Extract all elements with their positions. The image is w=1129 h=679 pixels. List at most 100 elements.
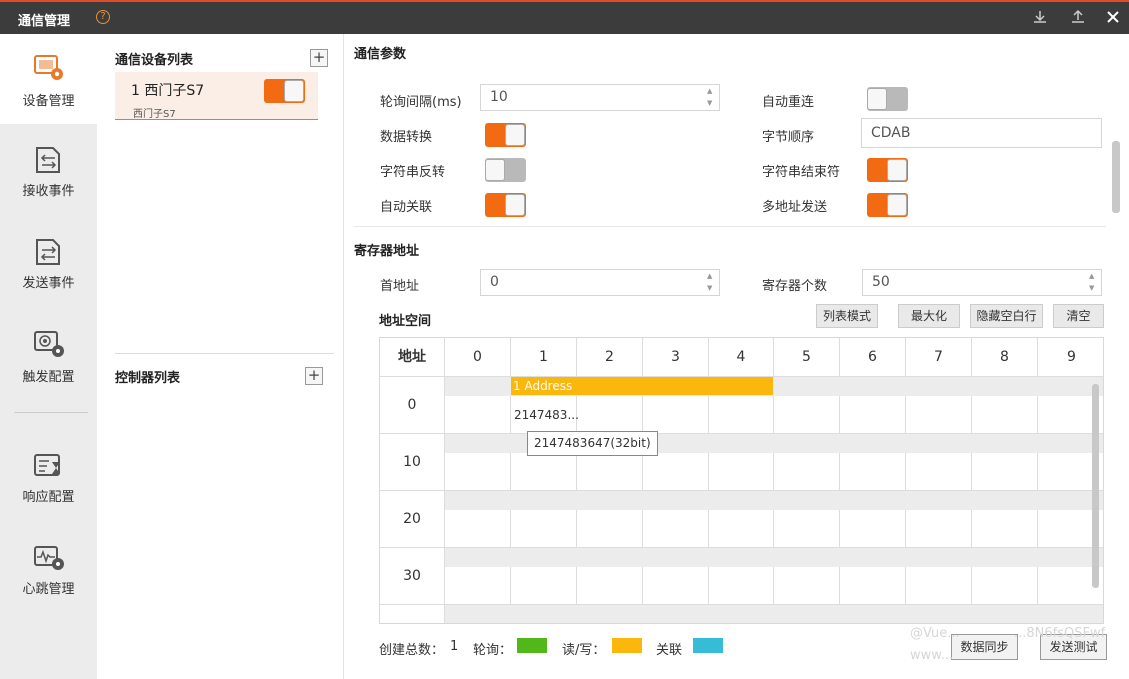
controller-list-title: 控制器列表 bbox=[115, 371, 181, 386]
grid-cell[interactable] bbox=[774, 567, 840, 605]
spin-up-icon[interactable]: ▲ bbox=[707, 87, 715, 95]
multi-addr-label: 多地址发送 bbox=[762, 200, 828, 215]
grid-cell[interactable] bbox=[906, 567, 972, 605]
grid-cell[interactable] bbox=[445, 567, 511, 605]
grid-cell[interactable] bbox=[774, 510, 840, 548]
grid-header-col: 2 bbox=[577, 338, 643, 377]
grid-header-col: 5 bbox=[774, 338, 840, 377]
list-item-device[interactable]: 1 西门子S7 西门子S7 bbox=[115, 72, 318, 120]
hide-empty-rows-button[interactable]: 隐藏空白行 bbox=[970, 304, 1043, 328]
grid-cell[interactable] bbox=[972, 396, 1038, 434]
spin-down-icon[interactable]: ▼ bbox=[707, 284, 715, 292]
start-address-label: 首地址 bbox=[380, 279, 420, 294]
spin-up-icon[interactable]: ▲ bbox=[1089, 272, 1097, 280]
string-terminator-toggle[interactable] bbox=[867, 158, 908, 182]
byte-order-value: CDAB bbox=[871, 125, 911, 141]
add-controller-button[interactable]: + bbox=[305, 367, 323, 385]
sidebar-item-heartbeat[interactable]: 心跳管理 bbox=[0, 528, 97, 618]
grid-cell[interactable] bbox=[709, 396, 774, 434]
close-icon[interactable] bbox=[1104, 9, 1122, 27]
grid-cell[interactable] bbox=[643, 396, 709, 434]
grid-row-label: 0 bbox=[380, 377, 445, 434]
grid-cell[interactable] bbox=[445, 510, 511, 548]
grid-cell[interactable] bbox=[709, 510, 774, 548]
grid-cell[interactable] bbox=[643, 453, 709, 491]
legend-rw-swatch bbox=[612, 638, 642, 653]
grid-cell[interactable] bbox=[774, 453, 840, 491]
register-count-value: 50 bbox=[872, 274, 890, 290]
section-divider bbox=[354, 226, 1106, 227]
register-bar[interactable]: 1 Address bbox=[511, 377, 773, 395]
grid-cell[interactable] bbox=[577, 396, 643, 434]
data-convert-toggle[interactable] bbox=[485, 123, 526, 147]
grid-scrollbar[interactable] bbox=[1092, 384, 1099, 588]
watermark-text: ...8N6fsQSFwf bbox=[1014, 626, 1106, 641]
grid-cell[interactable] bbox=[445, 396, 511, 434]
byte-order-select[interactable]: CDAB bbox=[861, 118, 1102, 148]
grid-cell[interactable] bbox=[577, 567, 643, 605]
grid-cell[interactable] bbox=[906, 510, 972, 548]
main-scrollbar[interactable] bbox=[1112, 141, 1120, 213]
grid-cell[interactable] bbox=[709, 567, 774, 605]
grid-cell[interactable] bbox=[972, 453, 1038, 491]
legend-poll-swatch bbox=[517, 638, 547, 653]
sidebar-divider bbox=[14, 412, 88, 413]
trigger-settings-icon bbox=[33, 330, 65, 358]
grid-cell[interactable] bbox=[577, 510, 643, 548]
sidebar-item-label: 设备管理 bbox=[22, 94, 75, 109]
grid-cell[interactable] bbox=[643, 567, 709, 605]
device-enable-toggle[interactable] bbox=[264, 79, 305, 103]
string-reverse-toggle[interactable] bbox=[485, 158, 526, 182]
grid-cell[interactable] bbox=[840, 396, 906, 434]
export-icon[interactable] bbox=[1069, 9, 1087, 27]
spin-down-icon[interactable]: ▼ bbox=[707, 99, 715, 107]
question-circle-icon[interactable]: ? bbox=[96, 10, 110, 24]
clear-button[interactable]: 清空 bbox=[1053, 304, 1104, 328]
maximize-button[interactable]: 最大化 bbox=[898, 304, 960, 328]
add-device-button[interactable]: + bbox=[310, 49, 328, 67]
sidebar: 设备管理 接收事件 发送事件 触发配置 响应配置 心跳管理 bbox=[0, 34, 97, 679]
grid-header-col: 3 bbox=[643, 338, 709, 377]
sidebar-item-send-event[interactable]: 发送事件 bbox=[0, 216, 97, 306]
grid-cell[interactable] bbox=[709, 453, 774, 491]
grid-cell[interactable] bbox=[972, 567, 1038, 605]
grid-cell[interactable] bbox=[445, 453, 511, 491]
grid-cell[interactable] bbox=[906, 396, 972, 434]
grid-cell[interactable] bbox=[643, 510, 709, 548]
device-type: 西门子S7 bbox=[133, 109, 176, 120]
grid-cell[interactable] bbox=[511, 510, 577, 548]
grid-row-label bbox=[380, 605, 445, 623]
grid-cell[interactable] bbox=[840, 510, 906, 548]
grid-header-col: 0 bbox=[445, 338, 511, 377]
import-icon[interactable] bbox=[1031, 9, 1049, 27]
grid-cell[interactable] bbox=[840, 567, 906, 605]
byte-order-label: 字节顺序 bbox=[762, 130, 815, 145]
grid-cell[interactable] bbox=[774, 396, 840, 434]
sidebar-item-trigger-config[interactable]: 触发配置 bbox=[0, 308, 97, 398]
start-address-input[interactable]: 0 ▲ ▼ bbox=[480, 269, 720, 296]
multi-addr-toggle[interactable] bbox=[867, 193, 908, 217]
string-reverse-label: 字符串反转 bbox=[380, 165, 446, 180]
auto-reconnect-toggle[interactable] bbox=[867, 87, 908, 111]
grid-cell[interactable] bbox=[840, 453, 906, 491]
device-settings-icon bbox=[33, 54, 65, 82]
sidebar-item-device-management[interactable]: 设备管理 bbox=[0, 34, 97, 124]
spin-up-icon[interactable]: ▲ bbox=[707, 272, 715, 280]
grid-cell[interactable] bbox=[906, 453, 972, 491]
grid-header-col: 4 bbox=[709, 338, 774, 377]
legend-rw-label: 读/写： bbox=[562, 643, 606, 658]
list-mode-button[interactable]: 列表模式 bbox=[816, 304, 878, 328]
grid-cell[interactable] bbox=[577, 453, 643, 491]
grid-cell[interactable] bbox=[511, 453, 577, 491]
sidebar-item-receive-event[interactable]: 接收事件 bbox=[0, 124, 97, 214]
register-count-input[interactable]: 50 ▲ ▼ bbox=[862, 269, 1102, 296]
spin-down-icon[interactable]: ▼ bbox=[1089, 284, 1097, 292]
sidebar-item-response-config[interactable]: 响应配置 bbox=[0, 436, 97, 526]
data-sync-button[interactable]: 数据同步 bbox=[951, 634, 1018, 660]
grid-header-address: 地址 bbox=[380, 338, 445, 377]
grid-cell[interactable] bbox=[511, 567, 577, 605]
auto-link-toggle[interactable] bbox=[485, 193, 526, 217]
grid-cell[interactable] bbox=[972, 510, 1038, 548]
poll-interval-input[interactable]: 10 ▲ ▼ bbox=[480, 84, 720, 111]
auto-link-label: 自动关联 bbox=[380, 200, 433, 215]
